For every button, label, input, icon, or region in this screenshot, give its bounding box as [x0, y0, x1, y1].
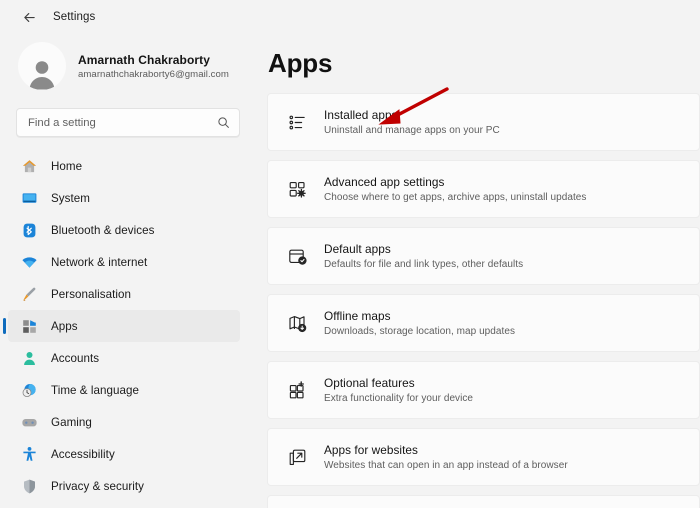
settings-row-title: Default apps — [324, 242, 391, 256]
sidebar-item-accessibility[interactable]: Accessibility — [8, 438, 240, 470]
person-icon — [21, 350, 38, 367]
sidebar-nav: Home System Bluetooth & devices Network … — [0, 150, 256, 502]
account-section[interactable]: Amarnath Chakraborty amarnathchakraborty… — [0, 34, 256, 100]
bluetooth-icon — [21, 222, 38, 239]
monitor-icon — [21, 190, 38, 207]
window-title: Settings — [53, 11, 96, 23]
paintbrush-icon — [21, 286, 38, 303]
sidebar-item-privacy-security[interactable]: Privacy & security — [8, 470, 240, 502]
user-avatar-icon — [18, 42, 66, 90]
settings-row-subtitle: Choose where to get apps, archive apps, … — [324, 192, 587, 203]
settings-row-title: Optional features — [324, 376, 415, 390]
sidebar-item-label: Time & language — [51, 383, 139, 397]
gamepad-icon — [21, 414, 38, 431]
sidebar-item-label: Privacy & security — [51, 479, 145, 493]
account-name: Amarnath Chakraborty — [78, 52, 211, 67]
page-title: Apps — [268, 48, 333, 78]
back-arrow-icon[interactable] — [16, 4, 42, 30]
settings-row-offline-maps[interactable]: Offline maps Downloads, storage location… — [267, 294, 700, 352]
clock-globe-icon — [21, 382, 38, 399]
settings-row-text: Optional features Extra functionality fo… — [324, 376, 473, 404]
settings-row-title: Offline maps — [324, 309, 391, 323]
sidebar-item-label: System — [51, 191, 90, 205]
settings-row-subtitle: Extra functionality for your device — [324, 393, 474, 404]
sidebar-item-label: Accessibility — [51, 447, 115, 461]
settings-row-default-apps[interactable]: Default apps Defaults for file and link … — [267, 227, 700, 285]
home-icon — [21, 158, 38, 175]
settings-row-subtitle: Defaults for file and link types, other … — [324, 259, 524, 270]
list-bullets-icon — [286, 111, 308, 133]
settings-row-text: Apps for websites Websites that can open… — [324, 443, 568, 471]
title-bar: Settings — [0, 0, 700, 34]
sidebar-item-accounts[interactable]: Accounts — [8, 342, 240, 374]
settings-row-text: Default apps Defaults for file and link … — [324, 242, 523, 270]
settings-row-video-playback[interactable]: Video playback Video adjustments, HDR st… — [267, 495, 700, 508]
sidebar-item-network-internet[interactable]: Network & internet — [8, 246, 240, 278]
settings-row-advanced-app-settings[interactable]: Advanced app settings Choose where to ge… — [267, 160, 700, 218]
accessibility-icon — [21, 446, 38, 463]
sidebar-item-personalisation[interactable]: Personalisation — [8, 278, 240, 310]
grid-plus-icon — [286, 379, 308, 401]
sidebar-item-label: Gaming — [51, 415, 92, 429]
settings-row-title: Installed apps — [324, 108, 398, 122]
account-email: amarnathchakraborty6@gmail.com — [78, 68, 229, 80]
settings-row-title: Advanced app settings — [324, 175, 445, 189]
sidebar-item-system[interactable]: System — [8, 182, 240, 214]
sidebar-item-label: Personalisation — [51, 287, 132, 301]
sidebar-item-time-language[interactable]: Time & language — [8, 374, 240, 406]
settings-row-subtitle: Downloads, storage location, map updates — [324, 326, 516, 337]
account-text: Amarnath Chakraborty amarnathchakraborty… — [78, 53, 229, 80]
sidebar-item-gaming[interactable]: Gaming — [8, 406, 240, 438]
apps-grid-icon — [21, 318, 38, 335]
settings-list: Installed apps Uninstall and manage apps… — [262, 93, 700, 508]
settings-row-subtitle: Websites that can open in an app instead… — [324, 460, 568, 471]
sidebar-item-label: Bluetooth & devices — [51, 223, 155, 237]
wifi-icon — [21, 254, 38, 271]
sidebar-item-bluetooth-devices[interactable]: Bluetooth & devices — [8, 214, 240, 246]
sidebar-item-label: Network & internet — [51, 255, 148, 269]
settings-row-title: Apps for websites — [324, 443, 418, 457]
settings-row-optional-features[interactable]: Optional features Extra functionality fo… — [267, 361, 700, 419]
settings-row-text: Installed apps Uninstall and manage apps… — [324, 108, 500, 136]
search-input[interactable]: Find a setting — [16, 108, 240, 137]
settings-window: Settings Amarnath Chakraborty amarnathch… — [0, 0, 700, 508]
search-icon — [217, 116, 230, 129]
settings-row-subtitle: Uninstall and manage apps on your PC — [324, 125, 500, 136]
sidebar-item-apps[interactable]: Apps — [8, 310, 240, 342]
settings-row-apps-for-websites[interactable]: Apps for websites Websites that can open… — [267, 428, 700, 486]
app-gear-icon — [286, 178, 308, 200]
settings-row-installed-apps[interactable]: Installed apps Uninstall and manage apps… — [267, 93, 700, 151]
sidebar-item-label: Home — [51, 159, 83, 173]
shield-icon — [21, 478, 38, 495]
sidebar-item-label: Accounts — [51, 351, 100, 365]
window-body: Amarnath Chakraborty amarnathchakraborty… — [0, 34, 700, 508]
settings-row-text: Advanced app settings Choose where to ge… — [324, 175, 586, 203]
main-content: Apps Installed apps Uninstall and manage… — [256, 34, 700, 508]
sidebar-item-label: Apps — [51, 319, 78, 333]
search-placeholder: Find a setting — [28, 116, 96, 129]
settings-row-text: Offline maps Downloads, storage location… — [324, 309, 515, 337]
window-check-icon — [286, 245, 308, 267]
external-link-icon — [286, 446, 308, 468]
map-download-icon — [286, 312, 308, 334]
search-container: Find a setting — [0, 100, 256, 139]
sidebar-item-home[interactable]: Home — [8, 150, 240, 182]
sidebar: Amarnath Chakraborty amarnathchakraborty… — [0, 34, 256, 508]
